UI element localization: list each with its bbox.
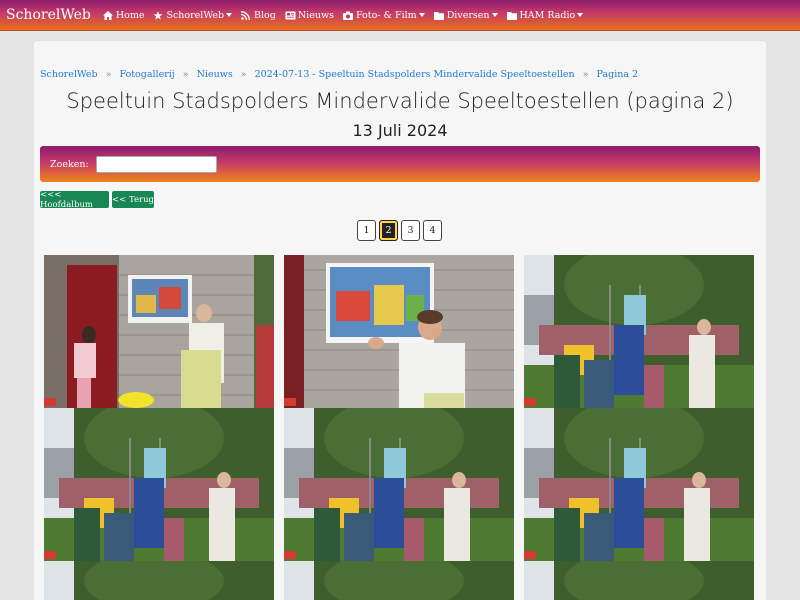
nav-ham-radio-label: HAM Radio — [519, 9, 576, 21]
nav-foto-film-label: Foto- & Film — [355, 9, 417, 21]
gallery-photo[interactable] — [44, 408, 274, 561]
gallery-photo[interactable] — [524, 408, 754, 561]
main-album-button[interactable]: <<< Hoofdalbum — [40, 190, 109, 210]
breadcrumb-link[interactable]: Nieuws — [197, 69, 233, 80]
breadcrumb-link[interactable]: Fotogallerij — [119, 69, 174, 80]
breadcrumb-separator: » — [240, 69, 247, 80]
page-date: 13 Juli 2024 — [352, 121, 448, 140]
nav-nieuws[interactable]: Nieuws — [285, 10, 334, 21]
breadcrumb-link[interactable]: SchorelWeb — [40, 69, 98, 80]
top-navbar: SchorelWeb Home SchorelWeb Blog Nieuws F… — [0, 0, 800, 31]
rss-icon — [240, 10, 251, 20]
folder-icon — [506, 11, 517, 20]
photo-image — [284, 561, 514, 600]
breadcrumb-link[interactable]: 2024-07-13 - Speeltuin Stadspolders Mind… — [255, 69, 575, 80]
gallery-photo[interactable] — [44, 561, 274, 600]
breadcrumb-current[interactable]: Pagina 2 — [597, 69, 639, 80]
nav-blog-label: Blog — [254, 9, 276, 21]
photo-image — [44, 408, 274, 561]
gallery-photo[interactable] — [44, 255, 274, 408]
gallery-photo[interactable] — [284, 408, 514, 561]
search-bar: Zoeken: — [40, 146, 760, 182]
nav-nieuws-label: Nieuws — [297, 9, 334, 21]
page-link-2-current[interactable]: 2 — [379, 220, 398, 241]
search-label: Zoeken: — [50, 158, 89, 170]
page-link-1[interactable]: 1 — [357, 220, 376, 241]
nav-diversen[interactable]: Diversen — [433, 9, 498, 21]
page-title: Speeltuin Stadspolders Mindervalide Spee… — [66, 89, 734, 113]
breadcrumb-separator: » — [105, 69, 112, 80]
photo-image — [44, 561, 274, 600]
chevron-down-icon — [577, 13, 584, 17]
back-button[interactable]: << Terug — [112, 191, 154, 208]
nav-ham-radio[interactable]: HAM Radio — [506, 9, 584, 21]
folder-icon — [433, 11, 444, 20]
page-link-4[interactable]: 4 — [423, 220, 442, 241]
brand-link[interactable]: SchorelWeb — [6, 7, 91, 23]
breadcrumb-separator: » — [182, 69, 189, 80]
photo-image — [524, 408, 754, 561]
chevron-down-icon — [491, 13, 498, 17]
nav-diversen-label: Diversen — [446, 9, 490, 21]
photo-image — [284, 255, 514, 408]
breadcrumb: SchorelWeb » Fotogallerij » Nieuws » 202… — [40, 69, 638, 80]
page-link-3[interactable]: 3 — [401, 220, 420, 241]
gallery-photo[interactable] — [284, 561, 514, 600]
nav-foto-film[interactable]: Foto- & Film — [342, 9, 425, 21]
nav-schorelweb-label: SchorelWeb — [166, 9, 225, 21]
chevron-down-icon — [418, 13, 425, 17]
camera-icon — [342, 11, 353, 20]
star-icon — [153, 10, 163, 20]
photo-image — [524, 255, 754, 408]
newspaper-icon — [285, 11, 296, 20]
breadcrumb-separator: » — [582, 69, 589, 80]
chevron-down-icon — [226, 13, 233, 17]
nav-blog[interactable]: Blog — [240, 9, 276, 21]
gallery-photo[interactable] — [284, 255, 514, 408]
photo-image — [284, 408, 514, 561]
gallery-photo[interactable] — [524, 561, 754, 600]
home-icon — [102, 10, 113, 20]
search-input[interactable] — [95, 155, 217, 173]
nav-home-label: Home — [115, 9, 145, 21]
photo-image — [524, 561, 754, 600]
gallery-photo[interactable] — [524, 255, 754, 408]
photo-image — [44, 255, 274, 408]
nav-home[interactable]: Home — [102, 9, 145, 21]
pagination: 1 2 3 4 — [357, 220, 442, 241]
content-panel: SchorelWeb » Fotogallerij » Nieuws » 202… — [34, 41, 766, 600]
nav-schorelweb[interactable]: SchorelWeb — [153, 9, 233, 21]
